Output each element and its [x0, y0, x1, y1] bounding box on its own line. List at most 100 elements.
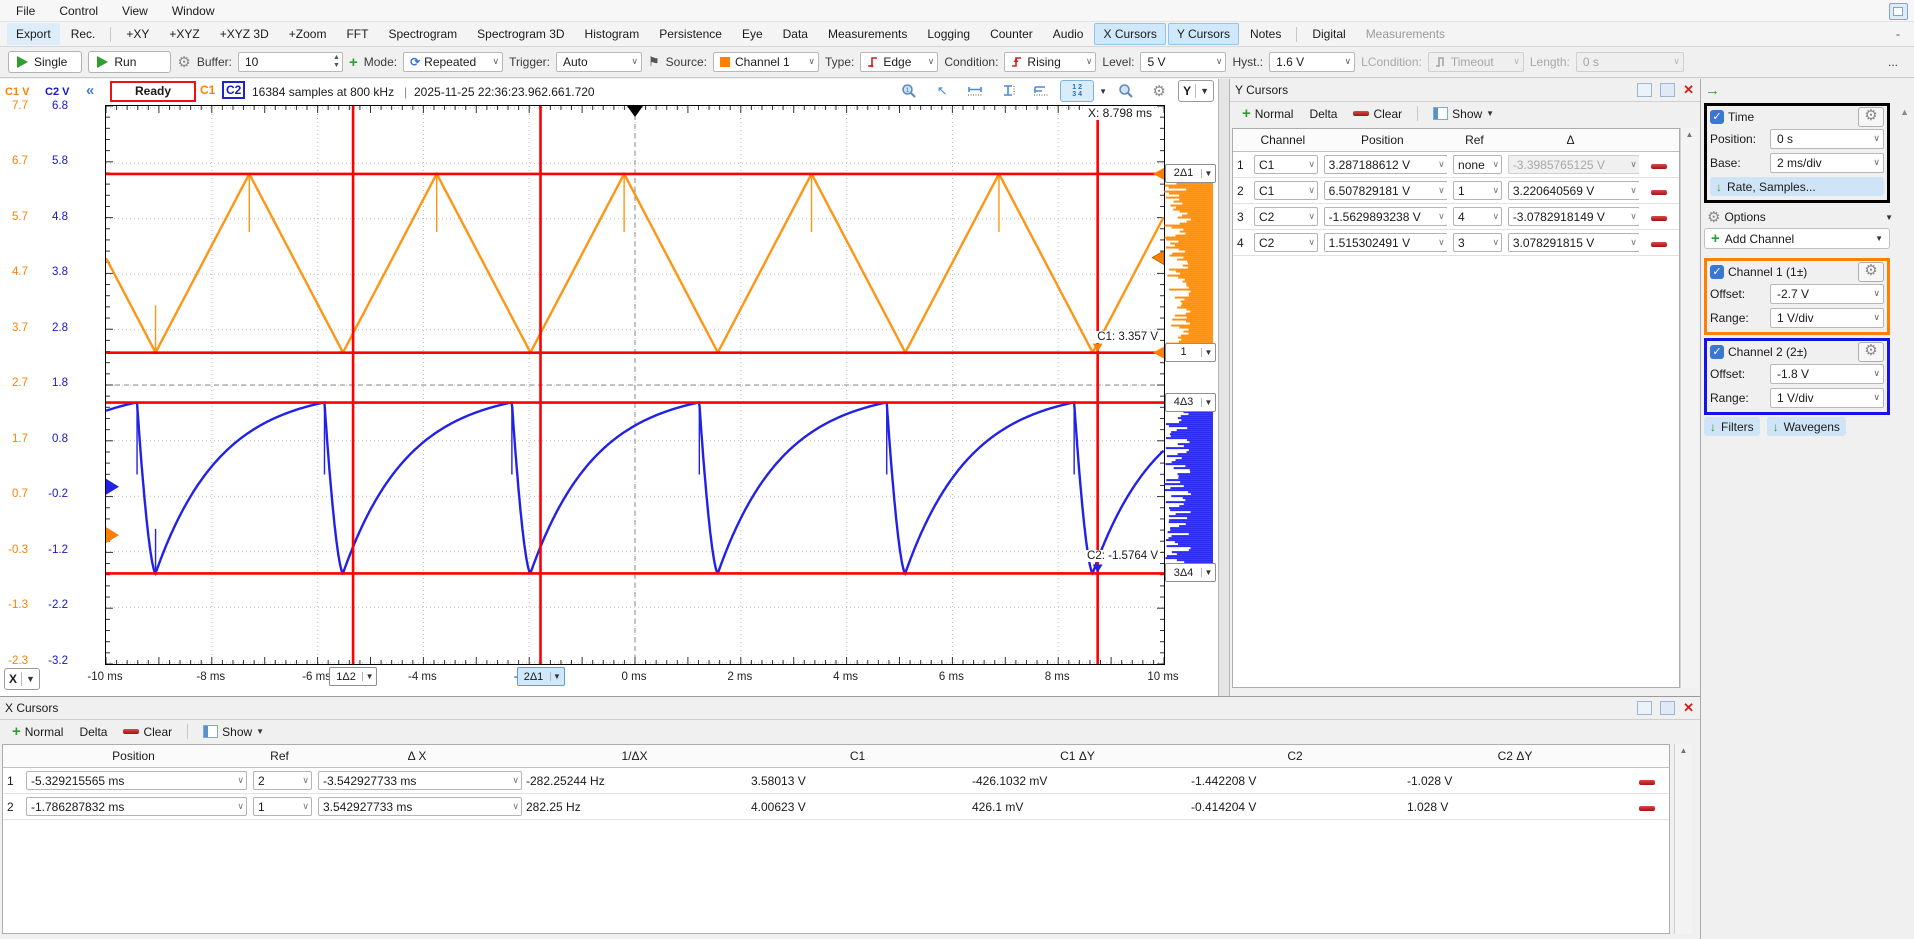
remove-cursor-button[interactable] [1651, 164, 1667, 169]
y-cursor-tag-4Δ3[interactable]: 4Δ3▼ [1165, 393, 1216, 412]
quadrant-view-icon[interactable]: 1 23 4 [1060, 80, 1094, 102]
channel2-gear-icon[interactable]: ⚙ [1858, 342, 1884, 362]
viewbar-overflow[interactable]: - [1896, 27, 1900, 41]
toolbar-overflow-button[interactable]: ... [1888, 55, 1898, 69]
x-cursors-titlebar[interactable]: X Cursors ✕ [0, 697, 1700, 720]
view-tab-y-cursors[interactable]: Y Cursors [1168, 23, 1239, 45]
view-tab-eye[interactable]: Eye [733, 23, 772, 45]
view-tab-x-cursors[interactable]: X Cursors [1094, 23, 1165, 45]
view-tab-digital[interactable]: Digital [1303, 23, 1354, 45]
ycursor-delta-select[interactable]: 3.220640569 V∨ [1508, 181, 1639, 200]
close-panel-icon[interactable]: ✕ [1683, 84, 1694, 96]
ycursor-channel-select[interactable]: C2∨ [1254, 233, 1318, 252]
y-cursors-titlebar[interactable]: Y Cursors ✕ [1230, 79, 1700, 102]
rate-samples-button[interactable]: ↓Rate, Samples... [1710, 177, 1884, 196]
ycursor-position-select[interactable]: 1.515302491 V∨ [1324, 233, 1447, 252]
maximize-panel-icon[interactable] [1660, 701, 1675, 715]
menu-window[interactable]: Window [160, 2, 227, 20]
view-tab-audio[interactable]: Audio [1044, 23, 1093, 45]
y-axis-menu-button[interactable]: Y▼ [1178, 80, 1214, 102]
show-menu-button[interactable]: Show▼ [197, 723, 270, 741]
view-tab-spectrogram[interactable]: Spectrogram [379, 23, 466, 45]
time-base-select[interactable]: 2 ms/div∨ [1770, 153, 1884, 173]
view-tab-logging[interactable]: Logging [918, 23, 979, 45]
ycursor-delta-select[interactable]: 3.078291815 V∨ [1508, 233, 1639, 252]
clear-cursors-button[interactable]: Clear [117, 723, 178, 741]
green-arrow-icon[interactable]: → [1705, 82, 1720, 99]
type-select[interactable]: Edge∨ [860, 52, 938, 72]
options-row[interactable]: ⚙ Options ▼ [1704, 205, 1896, 229]
remove-cursor-button[interactable] [1639, 806, 1655, 811]
x-cursor-tag-1Δ2[interactable]: 1Δ2▼ [329, 667, 377, 686]
condition-select[interactable]: Rising∨ [1004, 52, 1096, 72]
channel2-checkbox[interactable]: ✓ [1710, 345, 1724, 359]
y-cursor-tag-3Δ4[interactable]: 3Δ4▼ [1165, 563, 1216, 582]
close-panel-icon[interactable]: ✕ [1683, 702, 1694, 714]
buffer-spinner[interactable]: 10▲▼ [238, 52, 343, 72]
menu-control[interactable]: Control [47, 2, 110, 20]
y-cursor-tag-1[interactable]: 1▼ [1165, 343, 1216, 362]
float-panel-icon[interactable] [1637, 83, 1652, 97]
show-menu-button[interactable]: Show▼ [1427, 105, 1500, 123]
history-back-icon[interactable]: « [86, 82, 94, 99]
x-cursors-scrollbar[interactable]: ▲ [1674, 744, 1692, 934]
pointer-icon[interactable]: ↖ [928, 80, 956, 102]
y-cursor-tag-2Δ1[interactable]: 2Δ1▼ [1165, 164, 1216, 183]
add-delta-cursor-button[interactable]: Delta [1303, 105, 1343, 123]
remove-cursor-button[interactable] [1651, 242, 1667, 247]
clear-cursors-button[interactable]: Clear [1347, 105, 1408, 123]
c1-status-chip[interactable]: C1 [200, 83, 215, 97]
view-dropdown-icon[interactable]: ▼ [1099, 87, 1107, 96]
y-cursors-scrollbar[interactable]: ▲ [1680, 128, 1698, 688]
view-tab--xyz-3d[interactable]: +XYZ 3D [211, 23, 278, 45]
ycursor-position-select[interactable]: 6.507829181 V∨ [1324, 181, 1447, 200]
remove-cursor-button[interactable] [1651, 216, 1667, 221]
ycursor-channel-select[interactable]: C1∨ [1254, 155, 1318, 174]
menu-file[interactable]: File [4, 2, 47, 20]
ycursor-ref-select[interactable]: 4∨ [1453, 207, 1502, 226]
channel1-offset-select[interactable]: -2.7 V∨ [1770, 284, 1884, 304]
waveform-canvas[interactable] [106, 106, 1164, 664]
tag-dropdown-icon[interactable]: ▼ [1201, 568, 1215, 577]
zoom-icon[interactable] [1112, 80, 1140, 102]
view-tab-export[interactable]: Export [7, 23, 60, 45]
source-select[interactable]: Channel 1∨ [713, 52, 819, 72]
xcursor-ref-select[interactable]: 2∨ [253, 771, 312, 790]
xcursor-position-select[interactable]: -5.329215565 ms∨ [26, 771, 247, 790]
hysteresis-select[interactable]: 1.6 V∨ [1269, 52, 1355, 72]
options-dropdown-icon[interactable]: ▼ [1885, 213, 1893, 222]
tag-dropdown-icon[interactable]: ▼ [1201, 169, 1215, 178]
channel2-range-select[interactable]: 1 V/div∨ [1770, 388, 1884, 408]
trigger-select[interactable]: Auto∨ [556, 52, 642, 72]
c2-status-chip[interactable]: C2 [222, 81, 245, 99]
time-checkbox[interactable]: ✓ [1710, 110, 1724, 124]
ycursor-ref-select[interactable]: 1∨ [1453, 181, 1502, 200]
view-tab-persistence[interactable]: Persistence [650, 23, 731, 45]
view-tab-counter[interactable]: Counter [981, 23, 1042, 45]
maximize-panel-icon[interactable] [1660, 83, 1675, 97]
edge-measure-icon[interactable] [1027, 80, 1055, 102]
view-tab-rec-[interactable]: Rec. [62, 23, 105, 45]
view-tab--xyz[interactable]: +XYZ [160, 23, 208, 45]
zoom-fit-icon[interactable]: 1 [895, 80, 923, 102]
ycursor-ref-select[interactable]: 3∨ [1453, 233, 1502, 252]
view-tab-measurements[interactable]: Measurements [819, 23, 916, 45]
remove-cursor-button[interactable] [1651, 190, 1667, 195]
ycursor-channel-select[interactable]: C1∨ [1254, 181, 1318, 200]
ycursor-channel-select[interactable]: C2∨ [1254, 207, 1318, 226]
xcursor-position-select[interactable]: -1.786287832 ms∨ [26, 797, 247, 816]
add-normal-cursor-button[interactable]: +Normal [1236, 104, 1299, 123]
view-tab--xy[interactable]: +XY [117, 23, 158, 45]
xcursor-ref-select[interactable]: 1∨ [253, 797, 312, 816]
view-tab-spectrogram-3d[interactable]: Spectrogram 3D [468, 23, 573, 45]
tag-dropdown-icon[interactable]: ▼ [362, 672, 376, 681]
ycursor-position-select[interactable]: -1.5629893238 V∨ [1324, 207, 1447, 226]
xcursor-dx-select[interactable]: -3.542927733 ms∨ [318, 771, 522, 790]
channel1-gear-icon[interactable]: ⚙ [1858, 262, 1884, 282]
tag-dropdown-icon[interactable]: ▼ [1201, 348, 1215, 357]
panel-scroll-up-icon[interactable]: ▲ [1900, 107, 1909, 117]
view-tab-notes[interactable]: Notes [1241, 23, 1290, 45]
plot-frame[interactable] [105, 105, 1165, 665]
time-position-select[interactable]: 0 s∨ [1770, 129, 1884, 149]
ycursor-position-select[interactable]: 3.287188612 V∨ [1324, 155, 1447, 174]
